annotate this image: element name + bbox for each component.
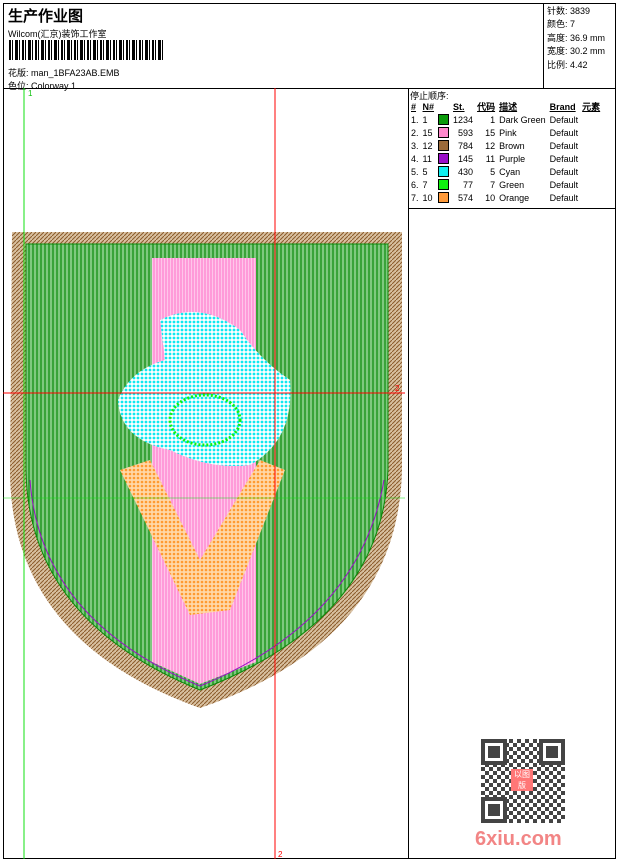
guide-label-bottom: 2: [278, 850, 283, 859]
color-swatch-box: [438, 192, 450, 204]
guide-label-top: 1: [28, 89, 33, 98]
embroidery-design: 1 2 2: [3, 88, 405, 859]
color-swatch: [436, 191, 451, 204]
cell-desc: Dark Green: [499, 114, 546, 125]
color-swatch: [436, 152, 451, 165]
cell-desc: Orange: [499, 192, 530, 203]
cell-brand: Default: [549, 114, 579, 125]
stop-sequence-panel: 停止顺序: # N# St. 代码 描述 Brand 元素 1. 1 1234 1 Dark Gree…: [408, 88, 616, 209]
cell-n: 11: [422, 153, 432, 164]
guide-label-right: 2: [395, 384, 400, 393]
cell-n: 15: [422, 127, 433, 138]
color-swatch: [436, 139, 451, 152]
header: 生产作业图 Wilcom(汇京)装饰工作室 花版: man_1BFA23AB.E…: [3, 3, 616, 91]
color-swatch: [436, 165, 451, 178]
table-row: 4. 11 145 11 Purple Default: [409, 152, 602, 165]
cell-st: 1234: [453, 114, 474, 125]
cell-brand: Default: [549, 166, 579, 177]
design-preview: 1 2 2: [3, 88, 409, 859]
table-row: 5. 5 430 5 Cyan Default: [409, 165, 602, 178]
cell-n: 7: [422, 179, 428, 190]
cell-code: 12: [485, 140, 496, 151]
design-width: 宽度: 30.2 mm: [547, 46, 606, 57]
color-swatch: [436, 178, 451, 191]
table-row: 3. 12 784 12 Brown Default: [409, 139, 602, 152]
production-worksheet: 生产作业图 Wilcom(汇京)装饰工作室 花版: man_1BFA23AB.E…: [0, 0, 620, 860]
color-swatch-box: [438, 153, 450, 165]
table-row: 1. 1 1234 1 Dark Green Default: [409, 113, 602, 126]
cell-brand: Default: [549, 192, 579, 203]
cell-idx: 7.: [411, 192, 419, 203]
watermark-logo: 6xiu.com: [475, 828, 562, 850]
cell-brand: Default: [549, 140, 579, 151]
qr-stamp: 以图版: [511, 769, 533, 791]
stitch-count: 针数: 3839: [547, 6, 591, 16]
cell-code: 1: [490, 114, 496, 125]
cell-brand: Default: [549, 179, 579, 190]
cell-st: 430: [458, 166, 474, 177]
column-header: 元素: [582, 102, 601, 112]
column-header: 描述: [499, 102, 518, 112]
cell-n: 1: [422, 114, 428, 125]
cell-code: 10: [485, 192, 496, 203]
column-header: #: [411, 101, 417, 112]
column-header: Brand: [549, 101, 576, 112]
cell-idx: 4.: [411, 153, 419, 164]
cell-code: 7: [490, 179, 496, 190]
cell-idx: 6.: [411, 179, 419, 190]
cell-code: 15: [485, 127, 496, 138]
cell-desc: Cyan: [499, 166, 521, 177]
page-title: 生产作业图: [8, 8, 84, 25]
cell-n: 5: [422, 166, 428, 177]
design-height: 高度: 36.9 mm: [547, 32, 606, 43]
color-count: 颜色: 7: [547, 19, 576, 30]
cell-desc: Purple: [499, 153, 526, 164]
qr-code: 以图版: [481, 739, 565, 823]
cell-idx: 5.: [411, 166, 419, 177]
cell-code: 11: [485, 153, 496, 164]
table-row: 7. 10 574 10 Orange Default: [409, 191, 602, 204]
column-header-swatch: [436, 100, 451, 113]
cell-brand: Default: [549, 127, 579, 138]
cell-idx: 2.: [411, 127, 419, 138]
cell-desc: Green: [499, 179, 525, 190]
color-swatch-box: [438, 140, 450, 152]
cell-brand: Default: [549, 153, 579, 164]
design-file: 花版: man_1BFA23AB.EMB: [8, 68, 120, 78]
color-swatch: [436, 113, 451, 126]
column-header: N#: [422, 101, 435, 112]
cell-code: 5: [490, 166, 496, 177]
cell-st: 77: [463, 179, 474, 190]
column-header: 代码: [477, 102, 496, 112]
cell-st: 145: [458, 153, 474, 164]
color-swatch-box: [438, 114, 450, 126]
cell-idx: 3.: [411, 140, 419, 151]
color-swatch-box: [438, 166, 450, 178]
table-row: 6. 7 77 7 Green Default: [409, 178, 602, 191]
design-info: 针数: 3839 颜色: 7 高度: 36.9 mm 宽度: 30.2 mm 比…: [543, 3, 616, 88]
cell-desc: Brown: [499, 140, 525, 151]
studio-name: Wilcom(汇京)装饰工作室: [8, 29, 107, 39]
cell-n: 10: [422, 192, 433, 203]
color-swatch-box: [438, 127, 450, 139]
color-table: # N# St. 代码 描述 Brand 元素 1. 1 1234 1 Dark Green Defau…: [409, 100, 602, 204]
color-swatch-box: [438, 179, 450, 191]
column-header: St.: [453, 101, 465, 112]
cell-st: 593: [458, 127, 474, 138]
cell-st: 784: [458, 140, 474, 151]
table-row: 2. 15 593 15 Pink Default: [409, 126, 602, 139]
cell-idx: 1.: [411, 114, 419, 125]
cell-st: 574: [458, 192, 474, 203]
cell-n: 12: [422, 140, 433, 151]
barcode: [9, 40, 164, 60]
color-swatch: [436, 126, 451, 139]
design-scale: 比例: 4.42: [547, 59, 588, 70]
cell-desc: Pink: [499, 127, 517, 138]
